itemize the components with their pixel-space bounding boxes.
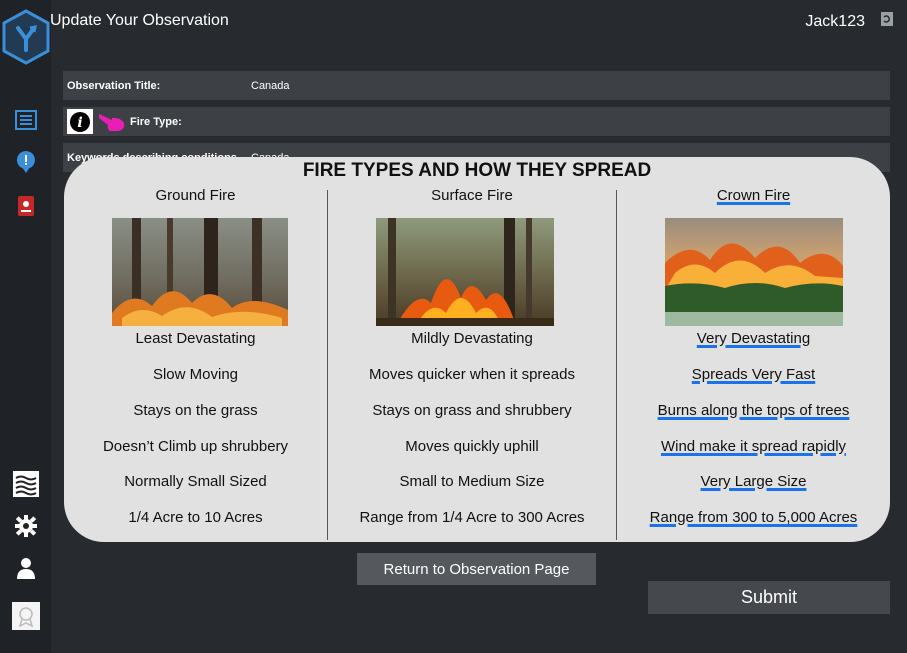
crown-fire-line: Range from 300 to 5,000 Acres bbox=[649, 509, 858, 526]
column-heading: Crown Fire bbox=[716, 187, 791, 204]
app-logo-icon[interactable] bbox=[0, 8, 52, 66]
pointing-hand-icon bbox=[98, 111, 126, 133]
refresh-icon[interactable] bbox=[881, 12, 893, 26]
list-icon[interactable] bbox=[12, 106, 40, 134]
crown-fire-line: Very Large Size bbox=[700, 473, 807, 490]
crown-fire-image bbox=[665, 218, 843, 326]
page-title: Update Your Observation bbox=[50, 12, 229, 29]
ground-fire-line: Doesn’t Climb up shrubbery bbox=[102, 438, 289, 455]
ground-fire-line: 1/4 Acre to 10 Acres bbox=[128, 509, 263, 526]
ground-fire-line: Normally Small Sized bbox=[124, 473, 267, 490]
crown-fire-line: Wind make it spread rapidly bbox=[660, 438, 847, 455]
surface-fire-line: Range from 1/4 Acre to 300 Acres bbox=[359, 509, 585, 526]
fire-type-row[interactable]: i Fire Type: bbox=[63, 107, 890, 136]
observation-title-label: Observation Title: bbox=[67, 80, 161, 92]
fire-types-modal: FIRE TYPES AND HOW THEY SPREAD Ground Fi… bbox=[64, 157, 890, 542]
crown-fire-line: Spreads Very Fast bbox=[691, 366, 816, 383]
alert-icon[interactable] bbox=[12, 148, 40, 176]
ground-fire-line: Stays on the grass bbox=[133, 402, 258, 419]
crown-fire-line: Burns along the tops of trees bbox=[657, 402, 850, 419]
column-heading: Surface Fire bbox=[431, 187, 513, 204]
layers-icon[interactable] bbox=[12, 470, 40, 498]
username-label[interactable]: Jack123 bbox=[805, 13, 865, 31]
ground-fire-line: Least Devastating bbox=[135, 330, 256, 347]
surface-fire-line: Stays on grass and shrubbery bbox=[372, 402, 572, 419]
surface-fire-line: Moves quickly uphill bbox=[405, 438, 539, 455]
crown-fire-column: Crown Fire Very Devastating Spreads Very… bbox=[617, 157, 890, 542]
observation-title-value[interactable]: Canada bbox=[251, 80, 290, 92]
user-icon[interactable] bbox=[12, 554, 40, 582]
crown-fire-line: Very Devastating bbox=[696, 330, 811, 347]
svg-text:i: i bbox=[77, 115, 82, 131]
surface-fire-line: Small to Medium Size bbox=[399, 473, 545, 490]
surface-fire-line: Moves quicker when it spreads bbox=[369, 366, 575, 383]
badge-icon[interactable] bbox=[12, 602, 40, 630]
info-icon[interactable]: i bbox=[67, 109, 93, 134]
submit-button[interactable]: Submit bbox=[648, 581, 890, 614]
book-icon[interactable] bbox=[12, 192, 40, 220]
gear-icon[interactable] bbox=[12, 512, 40, 540]
ground-fire-line: Slow Moving bbox=[152, 366, 239, 383]
surface-fire-line: Mildly Devastating bbox=[411, 330, 533, 347]
sidebar bbox=[0, 0, 51, 653]
observation-title-row[interactable]: Observation Title: Canada bbox=[63, 71, 890, 100]
column-heading: Ground Fire bbox=[155, 187, 236, 204]
fire-type-label: Fire Type: bbox=[130, 116, 182, 128]
return-to-observation-button[interactable]: Return to Observation Page bbox=[357, 553, 596, 585]
surface-fire-column: Surface Fire Mildly Devastating Moves qu… bbox=[328, 157, 616, 542]
ground-fire-image bbox=[112, 218, 288, 326]
ground-fire-column: Ground Fire Least Devastating Slow Movin… bbox=[64, 157, 327, 542]
surface-fire-image bbox=[376, 218, 554, 326]
